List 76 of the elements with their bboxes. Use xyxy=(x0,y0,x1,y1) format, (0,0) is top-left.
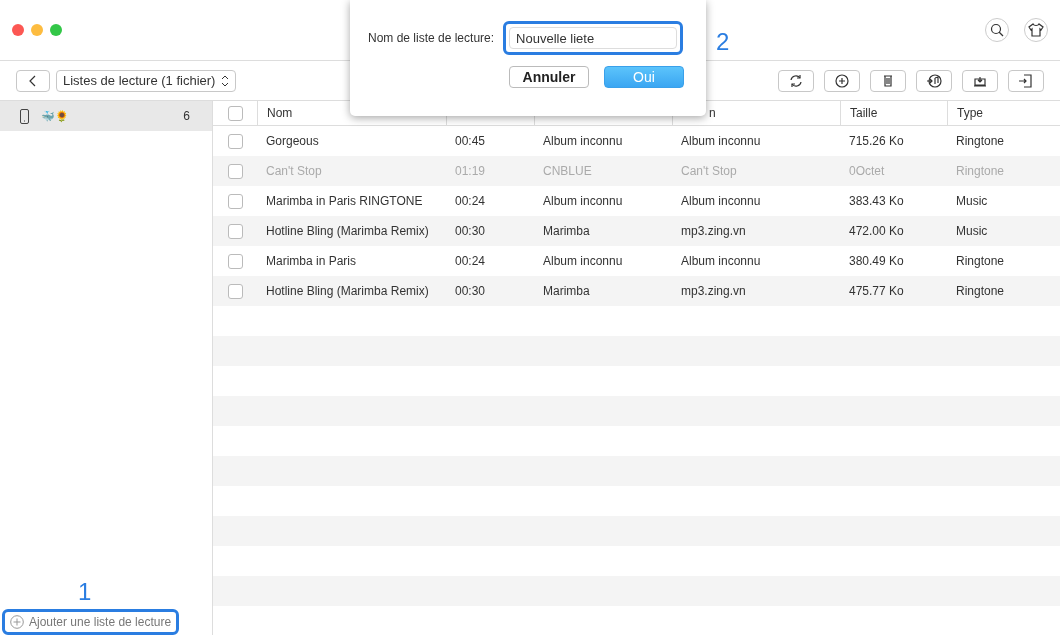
table-cell-text: CNBLUE xyxy=(542,164,593,178)
minimize-window-button[interactable] xyxy=(31,24,43,36)
field-label: Nom de liste de lecture: xyxy=(368,31,495,45)
row-checkbox[interactable] xyxy=(227,253,243,269)
tshirt-icon xyxy=(1027,22,1045,38)
callout-number: 2 xyxy=(716,28,730,56)
table-cell-text: Marimba in Paris RINGTONE xyxy=(265,194,424,208)
device-name: 🐳🌻 xyxy=(41,109,69,123)
device-item[interactable]: 🐳🌻 6 xyxy=(0,101,212,131)
table-cell-text: 715.26 Ko xyxy=(848,134,905,148)
column-header[interactable]: Type xyxy=(957,106,983,120)
table-cell-text: mp3.zing.vn xyxy=(680,284,747,298)
table-cell-text: Music xyxy=(955,224,989,238)
table-cell-text: Ringtone xyxy=(955,284,1006,298)
table-cell-text: Marimba xyxy=(542,224,591,238)
column-header[interactable]: Nom xyxy=(267,106,293,120)
table-cell-text: Can't Stop xyxy=(680,164,738,178)
table-cell-text: Ringtone xyxy=(955,134,1006,148)
table-cell-text: 00:30 xyxy=(454,224,487,238)
row-checkbox[interactable] xyxy=(227,223,243,239)
table-cell-text: Can't Stop xyxy=(265,164,323,178)
exit-button[interactable] xyxy=(1008,69,1044,92)
table-cell-text: mp3.zing.vn xyxy=(680,224,747,238)
table-cell-text: 00:45 xyxy=(454,134,487,148)
zoom-window-button[interactable] xyxy=(50,24,62,36)
playlist-name-field[interactable]: Nouvelle liete xyxy=(509,27,678,49)
song-count: 6 xyxy=(183,109,190,123)
table-cell-text: Album inconnu xyxy=(542,134,624,148)
back-button[interactable] xyxy=(16,69,50,92)
search-button[interactable] xyxy=(985,18,1009,42)
add-icon xyxy=(10,615,24,629)
sync-button[interactable] xyxy=(778,69,814,92)
table-cell-text: Album inconnu xyxy=(542,194,624,208)
close-window-button[interactable] xyxy=(12,24,24,36)
callout-number: 1 xyxy=(78,578,92,606)
table-cell-text: Album inconnu xyxy=(680,134,762,148)
search-icon xyxy=(988,22,1006,38)
table-cell-text: Marimba in Paris xyxy=(265,254,358,268)
table-cell-text: 383.43 Ko xyxy=(848,194,905,208)
table-cell-text: 00:24 xyxy=(454,194,487,208)
table-cell-text: Album inconnu xyxy=(680,254,762,268)
table-cell-text: Album inconnu xyxy=(680,194,762,208)
column-header[interactable]: n xyxy=(709,106,716,120)
playlist-dropdown[interactable]: Listes de lecture (1 fichier) xyxy=(56,69,237,92)
tshirt-button[interactable] xyxy=(1024,18,1048,42)
add-icon xyxy=(833,72,851,89)
row-checkbox[interactable] xyxy=(227,133,243,149)
trash-button[interactable] xyxy=(870,69,906,92)
table-cell-text: 00:24 xyxy=(454,254,487,268)
table-cell-text: Gorgeous xyxy=(265,134,320,148)
table-cell-text: Hotline Bling (Marimba Remix) xyxy=(265,284,430,298)
table-cell-text: 00:30 xyxy=(454,284,487,298)
table-cell-text: Marimba xyxy=(542,284,591,298)
table-cell-text: 475.77 Ko xyxy=(848,284,905,298)
phone-icon xyxy=(20,108,29,124)
table-cell-text: Album inconnu xyxy=(542,254,624,268)
row-checkbox[interactable] xyxy=(227,193,243,209)
table-cell-text: Hotline Bling (Marimba Remix) xyxy=(265,224,430,238)
table-cell-text: 01:19 xyxy=(454,164,487,178)
table-cell-text: 380.49 Ko xyxy=(848,254,905,268)
table-cell-text: Music xyxy=(955,194,989,208)
table-cell-text: Ringtone xyxy=(955,164,1006,178)
exit-icon xyxy=(1017,72,1035,89)
add-button[interactable] xyxy=(824,69,860,92)
column-header[interactable]: Taille xyxy=(850,106,878,120)
table-cell-text: 0Octet xyxy=(848,164,886,178)
table-cell-text: 472.00 Ko xyxy=(848,224,905,238)
row-checkbox[interactable] xyxy=(227,283,243,299)
music-import-button[interactable] xyxy=(916,69,952,92)
add-playlist-button[interactable]: Ajouter une liste de lecture xyxy=(5,612,177,632)
select-all-checkbox[interactable] xyxy=(227,105,243,121)
table-cell-text: Ringtone xyxy=(955,254,1006,268)
cancel-button[interactable]: Annuler xyxy=(509,66,589,88)
music-import-icon xyxy=(925,72,943,89)
tray-upload-button[interactable] xyxy=(962,69,998,92)
updown-caret-icon xyxy=(221,74,230,87)
